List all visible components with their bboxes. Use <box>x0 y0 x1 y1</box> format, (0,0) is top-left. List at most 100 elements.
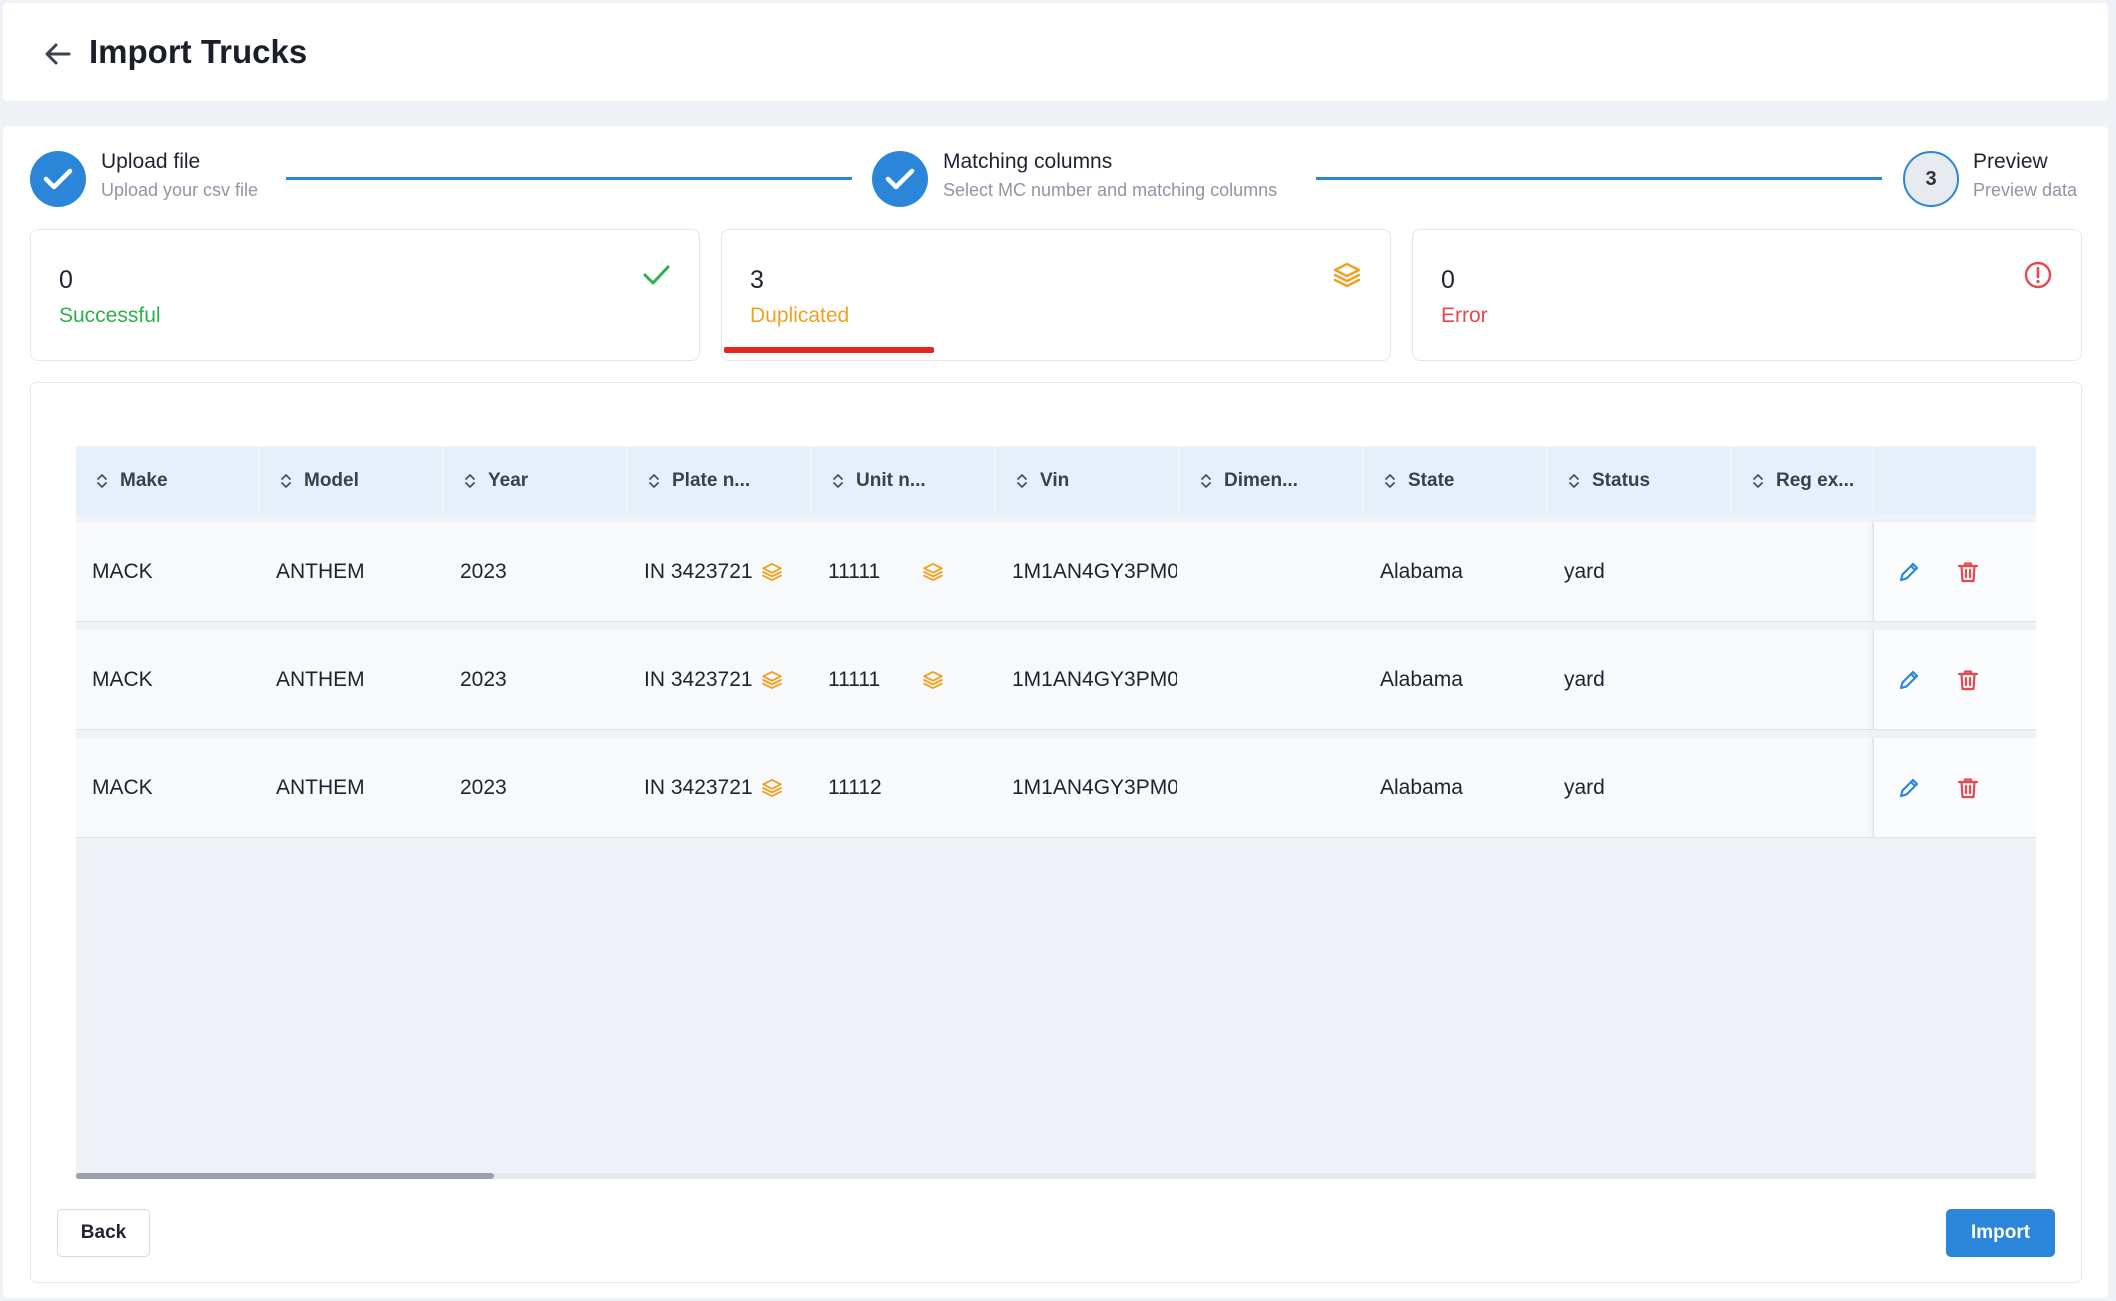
sort-icon <box>1753 474 1763 488</box>
cell-status: yard <box>1564 776 1605 799</box>
step-upload-check-icon <box>30 151 86 207</box>
column-header-plate[interactable]: Plate n... <box>628 447 809 515</box>
cell-status: yard <box>1564 560 1605 583</box>
step-connector <box>1316 177 1882 180</box>
cell-vin: 1M1AN4GY3PM0 <box>1012 776 1177 799</box>
cell-model: ANTHEM <box>276 668 365 691</box>
cell-plate-value: IN 3423721 <box>644 776 753 799</box>
step-preview-number: 3 <box>1903 151 1959 207</box>
cell-unit: 11112 <box>828 776 882 799</box>
cell-state: Alabama <box>1380 776 1463 799</box>
cell-make: MACK <box>92 560 153 583</box>
cell-vin: 1M1AN4GY3PM0 <box>1012 560 1177 583</box>
column-header-state[interactable]: State <box>1364 447 1545 515</box>
cell-plate-value: IN 3423721 <box>644 668 753 691</box>
column-header-unit[interactable]: Unit n... <box>812 447 993 515</box>
duplicated-label: Duplicated <box>750 304 850 327</box>
back-button[interactable]: Back <box>57 1209 150 1257</box>
error-label: Error <box>1441 304 1488 327</box>
alert-circle-icon <box>2024 261 2052 289</box>
cell-year: 2023 <box>460 668 507 691</box>
column-header-label: Status <box>1592 470 1651 491</box>
cell-dimension <box>1196 738 1361 838</box>
cell-vin: 1M1AN4GY3PM0 <box>1012 668 1177 691</box>
step-connector <box>286 177 852 180</box>
sort-icon <box>1017 474 1027 488</box>
column-header-status[interactable]: Status <box>1548 447 1729 515</box>
sort-icon <box>1201 474 1211 488</box>
stat-card-successful[interactable]: 0 Successful <box>30 229 700 361</box>
step-matching-title: Matching columns <box>943 150 1113 173</box>
sort-icon <box>97 474 107 488</box>
check-icon <box>643 265 670 285</box>
step-matching-check-icon <box>872 151 928 207</box>
column-header-vin[interactable]: Vin <box>996 447 1177 515</box>
duplicate-layers-icon <box>923 562 943 582</box>
duplicate-layers-icon <box>761 670 782 690</box>
column-header-make[interactable]: Make <box>76 447 257 515</box>
edit-pencil-icon[interactable] <box>1896 775 1922 801</box>
step-upload-title: Upload file <box>101 150 201 173</box>
delete-trash-icon[interactable] <box>1955 775 1981 801</box>
cell-make: MACK <box>92 776 153 799</box>
cell-year: 2023 <box>460 776 507 799</box>
page-title: Import Trucks <box>89 33 308 70</box>
column-header-actions <box>1874 447 2036 515</box>
column-header-reg-expiry[interactable]: Reg ex... <box>1732 447 1872 515</box>
cell-plate: IN 3423721 <box>644 522 824 622</box>
cell-unit: 11111 <box>828 668 881 691</box>
back-arrow-icon[interactable] <box>41 37 75 71</box>
duplicate-layers-icon <box>923 670 943 690</box>
sort-icon <box>1385 474 1395 488</box>
cell-reg-expiry <box>1748 522 1868 622</box>
cell-unit: 11111 <box>828 560 881 583</box>
stat-card-error[interactable]: 0 Error <box>1412 229 2082 361</box>
duplicate-layers-icon <box>761 562 782 582</box>
cell-reg-expiry <box>1748 738 1868 838</box>
sort-icon <box>465 474 475 488</box>
column-header-label: Plate n... <box>672 470 751 491</box>
layers-icon <box>1333 262 1361 288</box>
error-count: 0 <box>1441 266 1455 294</box>
active-tab-indicator <box>724 347 934 353</box>
successful-count: 0 <box>59 266 73 294</box>
column-header-label: Year <box>488 470 529 491</box>
table-row: MACK ANTHEM 2023 IN 3423721 11112 1M1AN4… <box>76 738 1872 838</box>
column-header-label: Make <box>120 470 168 491</box>
row-actions <box>1873 522 2036 622</box>
cell-model: ANTHEM <box>276 776 365 799</box>
duplicated-count: 3 <box>750 266 764 294</box>
column-header-year[interactable]: Year <box>444 447 625 515</box>
table-row: MACK ANTHEM 2023 IN 3423721 11111 1M1AN4… <box>76 630 1872 730</box>
cell-state: Alabama <box>1380 668 1463 691</box>
sort-icon <box>281 474 291 488</box>
column-header-label: State <box>1408 470 1455 491</box>
cell-status: yard <box>1564 668 1605 691</box>
edit-pencil-icon[interactable] <box>1896 559 1922 585</box>
step-upload-subtitle: Upload your csv file <box>101 180 259 200</box>
step-preview-title: Preview <box>1973 150 2048 173</box>
cell-make: MACK <box>92 668 153 691</box>
column-header-model[interactable]: Model <box>260 447 441 515</box>
delete-trash-icon[interactable] <box>1955 559 1981 585</box>
cell-model: ANTHEM <box>276 560 365 583</box>
column-header-label: Unit n... <box>856 470 926 491</box>
duplicate-layers-icon <box>761 778 782 798</box>
column-header-label: Reg ex... <box>1776 470 1855 491</box>
stat-card-duplicated[interactable]: 3 Duplicated <box>721 229 1391 361</box>
sort-icon <box>1569 474 1579 488</box>
edit-pencil-icon[interactable] <box>1896 667 1922 693</box>
cell-plate: IN 3423721 <box>644 738 824 838</box>
import-button[interactable]: Import <box>1946 1209 2055 1257</box>
cell-year: 2023 <box>460 560 507 583</box>
cell-reg-expiry <box>1748 630 1868 730</box>
row-actions <box>1873 738 2036 838</box>
sort-icon <box>649 474 659 488</box>
horizontal-scrollbar-thumb[interactable] <box>76 1173 494 1179</box>
delete-trash-icon[interactable] <box>1955 667 1981 693</box>
column-header-label: Vin <box>1040 470 1070 491</box>
column-header-dimension[interactable]: Dimen... <box>1180 447 1361 515</box>
cell-dimension <box>1196 522 1361 622</box>
cell-dimension <box>1196 630 1361 730</box>
sort-icon <box>833 474 843 488</box>
